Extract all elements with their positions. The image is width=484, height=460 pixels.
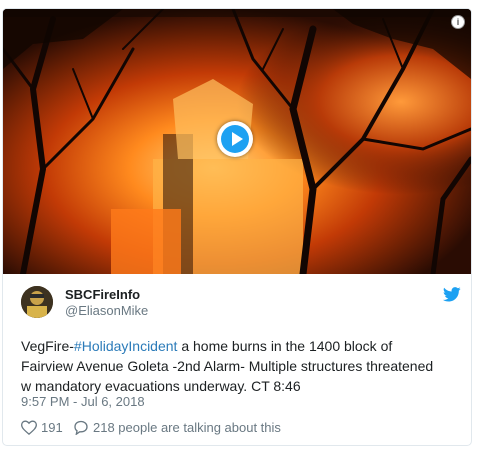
- author-names[interactable]: SBCFireInfo @EliasonMike: [65, 287, 148, 319]
- play-icon: [221, 125, 249, 153]
- heart-icon: [21, 420, 37, 435]
- timestamp[interactable]: 9:57 PM - Jul 6, 2018: [21, 394, 145, 410]
- video-thumbnail[interactable]: i: [3, 9, 471, 274]
- text-line2: Fairview Avenue Goleta -2nd Alarm- Multi…: [21, 358, 434, 374]
- text-line1-rest: a home burns in the 1400 block of: [177, 338, 393, 354]
- like-count: 191: [41, 420, 63, 435]
- info-icon[interactable]: i: [451, 15, 465, 29]
- play-button[interactable]: [217, 121, 253, 157]
- reply-bubble-icon: [74, 420, 88, 435]
- display-name[interactable]: SBCFireInfo: [65, 287, 148, 303]
- tweet-header: SBCFireInfo @EliasonMike: [21, 286, 461, 320]
- text-prefix: VegFire-: [21, 338, 74, 354]
- text-line3: w mandatory evacuations underway. CT 8:4…: [21, 378, 301, 394]
- talking-count: 218 people are talking about this: [93, 420, 281, 435]
- tweet-text: VegFire-#HolidayIncident a home burns in…: [21, 336, 461, 396]
- handle[interactable]: @EliasonMike: [65, 303, 148, 319]
- tweet-card: i SBCFireInfo @EliasonMike VegFire-#Holi…: [2, 8, 472, 446]
- avatar[interactable]: [21, 286, 53, 318]
- hashtag-link[interactable]: #HolidayIncident: [74, 338, 178, 354]
- twitter-bird-icon[interactable]: [443, 287, 461, 302]
